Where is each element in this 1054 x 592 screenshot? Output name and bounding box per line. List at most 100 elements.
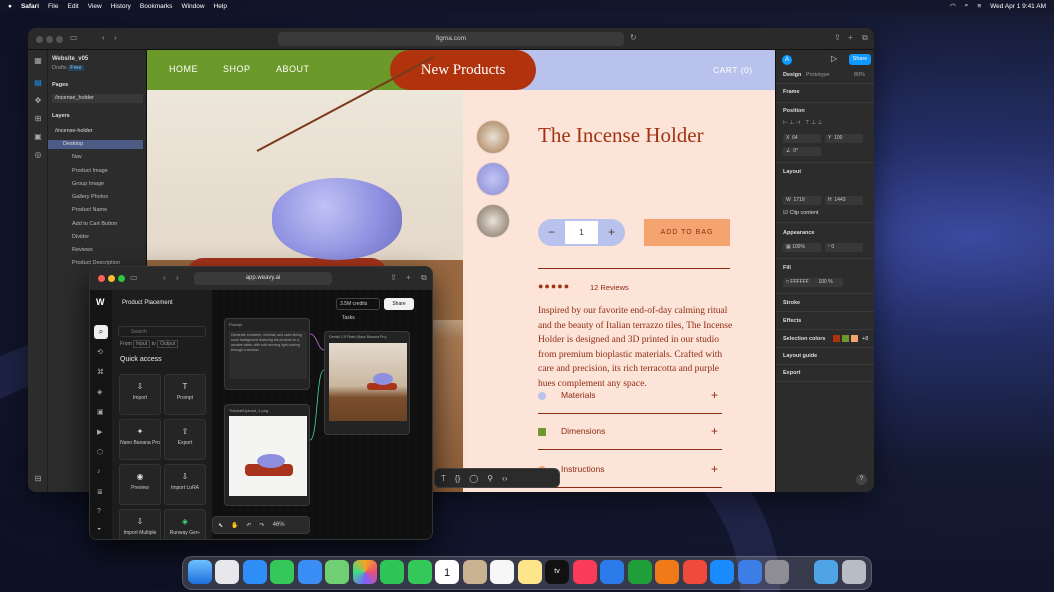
tile-import[interactable]: ⇩ Import bbox=[119, 374, 161, 415]
menu-window[interactable]: Window bbox=[181, 3, 204, 10]
close-window-button[interactable] bbox=[98, 275, 105, 282]
address-bar[interactable]: figma.com bbox=[278, 32, 624, 46]
forward-icon[interactable]: › bbox=[114, 33, 117, 42]
library-icon[interactable]: ▣ bbox=[33, 132, 43, 142]
gallery-thumb-1[interactable] bbox=[476, 120, 510, 154]
reload-icon[interactable]: ↻ bbox=[630, 33, 637, 42]
tv-icon[interactable]: tv bbox=[545, 560, 569, 584]
back-icon[interactable]: ‹ bbox=[102, 33, 105, 42]
layout-guide-header[interactable]: Layout guide bbox=[783, 353, 817, 359]
nav-home-link[interactable]: HOME bbox=[169, 64, 198, 74]
nav-shop-link[interactable]: SHOP bbox=[223, 64, 251, 74]
keynote-icon[interactable] bbox=[600, 560, 624, 584]
contacts-icon[interactable] bbox=[463, 560, 487, 584]
tab-prototype[interactable]: Prototype bbox=[806, 72, 830, 78]
layer-item[interactable]: Reviews bbox=[52, 246, 93, 255]
discord-icon[interactable]: ◒ bbox=[97, 525, 101, 532]
gallery-thumb-2[interactable] bbox=[476, 162, 510, 196]
tile-preview[interactable]: ◉ Preview bbox=[119, 464, 161, 505]
tile-import-lora[interactable]: ⇩ Import LoRA bbox=[164, 464, 206, 505]
address-bar[interactable]: app.weavy.ai bbox=[194, 272, 332, 285]
layers-icon[interactable]: ≣ bbox=[97, 488, 103, 496]
share-button[interactable]: Share bbox=[849, 54, 871, 65]
avatar[interactable]: A bbox=[782, 55, 792, 65]
layer-item[interactable]: Divider bbox=[52, 233, 89, 242]
maps-icon[interactable] bbox=[325, 560, 349, 584]
figma-menu-icon[interactable]: ▦ bbox=[33, 56, 43, 66]
close-window-button[interactable] bbox=[36, 36, 43, 43]
menu-history[interactable]: History bbox=[111, 3, 131, 10]
control-center-icon[interactable]: ≡ bbox=[977, 3, 981, 10]
forward-icon[interactable]: › bbox=[176, 273, 179, 282]
swatch-green[interactable] bbox=[842, 335, 849, 342]
menu-help[interactable]: Help bbox=[214, 3, 227, 10]
select-tool-icon[interactable]: ⬉ bbox=[218, 522, 223, 529]
mirroring-icon[interactable] bbox=[738, 560, 762, 584]
minimize-window-button[interactable] bbox=[108, 275, 115, 282]
align-icons[interactable]: ⊢ ⊥ ⊣ ⊤ ⊥ ⊥ bbox=[783, 120, 822, 126]
wifi-icon[interactable]: ◠ bbox=[950, 2, 956, 10]
stroke-header[interactable]: Stroke bbox=[783, 300, 800, 306]
clock[interactable]: Wed Apr 1 9:41 AM bbox=[990, 3, 1046, 10]
search-input[interactable]: Search bbox=[118, 326, 206, 337]
history-icon[interactable]: ⟲ bbox=[97, 348, 103, 356]
height-input[interactable]: H 1443 bbox=[825, 196, 863, 205]
undo-icon[interactable]: ↶ bbox=[247, 522, 252, 529]
menu-file[interactable]: File bbox=[48, 3, 58, 10]
qty-minus-button[interactable]: − bbox=[538, 219, 565, 246]
3d-icon[interactable]: ⬡ bbox=[97, 448, 103, 456]
share-page-icon[interactable]: ⇪ bbox=[834, 33, 841, 42]
swatch-terracotta[interactable] bbox=[833, 335, 840, 342]
notes-icon[interactable] bbox=[518, 560, 542, 584]
zoom-level[interactable]: 80% bbox=[854, 72, 865, 78]
calendar-icon[interactable]: 1 bbox=[435, 560, 459, 584]
photos-icon[interactable] bbox=[353, 560, 377, 584]
frame-selector[interactable]: Frame bbox=[783, 89, 800, 95]
accordion-instructions[interactable]: Instructions + bbox=[538, 462, 722, 488]
tile-export[interactable]: ⇧ Export bbox=[164, 419, 206, 460]
layer-item[interactable]: /incense-holder bbox=[52, 127, 93, 136]
layer-item[interactable]: Gallery Photos bbox=[52, 193, 108, 202]
audio-icon[interactable]: ♪ bbox=[97, 468, 101, 475]
assets-icon[interactable]: ✥ bbox=[33, 96, 43, 106]
safari-icon[interactable] bbox=[243, 560, 267, 584]
actions-icon[interactable]: ⚲ bbox=[487, 474, 493, 483]
layout-icon[interactable]: ⊟ bbox=[33, 474, 43, 484]
app-launcher-icon[interactable] bbox=[683, 560, 707, 584]
tab-design[interactable]: Design bbox=[783, 72, 801, 78]
downloads-folder-icon[interactable] bbox=[814, 560, 838, 584]
more-colors[interactable]: +8 bbox=[862, 336, 868, 342]
apple-menu-icon[interactable]: ● bbox=[8, 3, 12, 10]
sidebar-toggle-icon[interactable]: ▭ bbox=[130, 273, 138, 282]
menu-bookmarks[interactable]: Bookmarks bbox=[140, 3, 173, 10]
messages-icon[interactable] bbox=[270, 560, 294, 584]
tab-overview-icon[interactable]: ⧉ bbox=[862, 33, 868, 43]
new-products-pill[interactable]: New Products bbox=[390, 50, 536, 90]
nodes-icon[interactable]: ⌘ bbox=[97, 368, 104, 376]
image-icon[interactable]: ▣ bbox=[97, 408, 104, 416]
text-tool-icon[interactable]: T bbox=[441, 474, 446, 483]
clip-content-checkbox[interactable]: ☑ Clip content bbox=[783, 210, 819, 216]
settings-icon[interactable] bbox=[765, 560, 789, 584]
qty-value[interactable]: 1 bbox=[565, 221, 598, 244]
layer-item-selected[interactable]: Desktop bbox=[48, 140, 143, 149]
back-icon[interactable]: ‹ bbox=[163, 273, 166, 282]
rotation-input[interactable]: ∠ 0° bbox=[783, 147, 821, 156]
present-icon[interactable]: ▷ bbox=[831, 54, 837, 63]
new-tab-icon[interactable]: + bbox=[406, 273, 411, 282]
comment-tool-icon[interactable]: ◯ bbox=[469, 474, 478, 483]
share-page-icon[interactable]: ⇪ bbox=[390, 273, 397, 282]
add-to-bag-button[interactable]: ADD TO BAG bbox=[644, 219, 730, 246]
page-item[interactable]: /incense_holder bbox=[52, 94, 143, 103]
zoom-window-button[interactable] bbox=[56, 36, 63, 43]
redo-icon[interactable]: ↷ bbox=[260, 522, 265, 529]
launchpad-icon[interactable] bbox=[215, 560, 239, 584]
qty-plus-button[interactable]: + bbox=[598, 219, 625, 246]
models-icon[interactable]: ◈ bbox=[97, 388, 102, 396]
layer-item[interactable]: Product Image bbox=[52, 167, 108, 176]
search-icon[interactable]: ⌕ bbox=[94, 325, 108, 339]
new-tab-icon[interactable]: + bbox=[848, 33, 853, 42]
tile-nano-banana[interactable]: ✦ Nano Banana Pro bbox=[119, 419, 161, 460]
zoom-window-button[interactable] bbox=[118, 275, 125, 282]
components-icon[interactable]: ⊞ bbox=[33, 114, 43, 124]
